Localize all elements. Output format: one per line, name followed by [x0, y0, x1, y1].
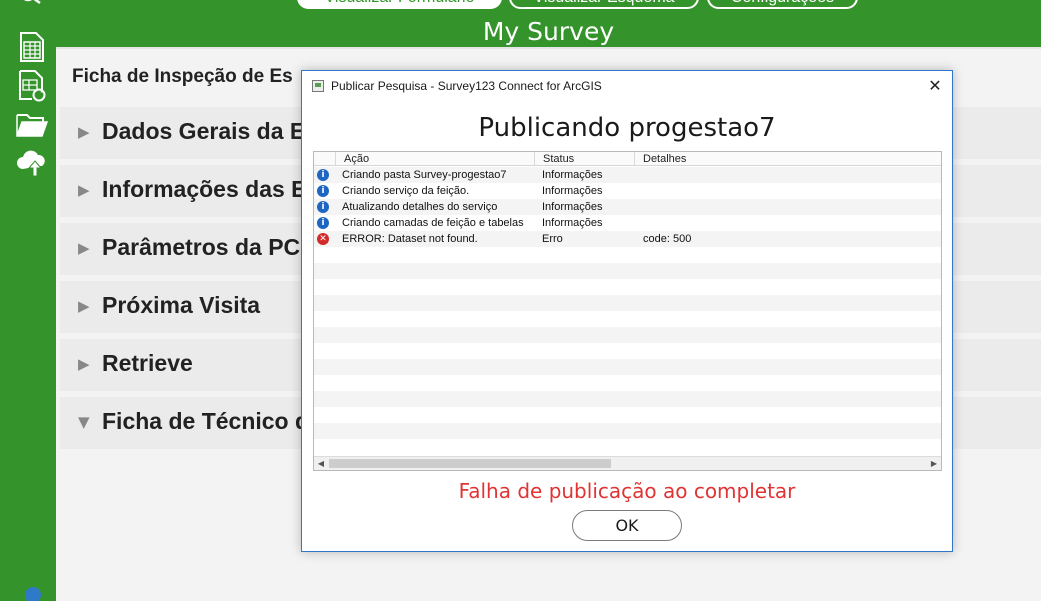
empty-row — [314, 359, 941, 375]
empty-row — [314, 295, 941, 311]
row-action: Criando camadas de feição e tabelas — [342, 217, 524, 229]
empty-row — [314, 263, 941, 279]
search-back-icon[interactable] — [18, 0, 44, 8]
empty-row — [314, 343, 941, 359]
tab-visualizar-esquema[interactable]: Visualizar Esquema — [509, 0, 699, 9]
form-title: Ficha de Inspeção de Es — [72, 66, 293, 87]
empty-row — [314, 375, 941, 391]
column-header-icon[interactable] — [314, 152, 336, 166]
header-divider — [56, 47, 1041, 49]
dialog-title: Publicar Pesquisa - Survey123 Connect fo… — [331, 79, 602, 93]
row-action: ERROR: Dataset not found. — [342, 233, 478, 245]
expand-arrow-icon: ▶ — [78, 123, 90, 141]
table-row[interactable]: ✕ ERROR: Dataset not found. Erro code: 5… — [314, 231, 941, 247]
scroll-left-icon[interactable]: ◀ — [314, 457, 328, 470]
cloud-upload-icon[interactable] — [15, 146, 49, 180]
publish-log-table: Ação Status Detalhes i Criando pasta Sur… — [313, 151, 942, 471]
scroll-right-icon[interactable]: ▶ — [927, 457, 941, 470]
publish-dialog: Publicar Pesquisa - Survey123 Connect fo… — [301, 70, 953, 552]
spreadsheet-icon[interactable] — [15, 30, 49, 64]
column-header-details[interactable]: Detalhes — [635, 152, 941, 166]
row-status: Informações — [542, 169, 603, 181]
empty-row — [314, 391, 941, 407]
section-label: Próxima Visita — [102, 292, 261, 318]
window-app-icon — [312, 80, 324, 92]
row-status: Informações — [542, 201, 603, 213]
expand-arrow-icon: ▶ — [78, 239, 90, 257]
section-label: Parâmetros da PC — [102, 234, 301, 260]
scrollbar-thumb[interactable] — [329, 459, 611, 468]
horizontal-scrollbar[interactable]: ◀ ▶ — [314, 456, 941, 470]
header-bar: Visualizar Formulário Visualizar Esquema… — [56, 0, 1041, 47]
close-icon[interactable]: ✕ — [924, 75, 946, 97]
info-icon: i — [317, 201, 329, 213]
empty-row — [314, 279, 941, 295]
tab-configuracoes[interactable]: Configurações — [707, 0, 858, 9]
empty-row — [314, 311, 941, 327]
row-status: Informações — [542, 217, 603, 229]
section-label: Ficha de Técnico d — [102, 408, 310, 434]
table-row[interactable]: i Criando camadas de feição e tabelas In… — [314, 215, 941, 231]
failure-message: Falha de publicação ao completar — [458, 479, 796, 503]
info-icon: i — [317, 169, 329, 181]
error-icon: ✕ — [317, 233, 329, 245]
row-details: code: 500 — [643, 233, 692, 245]
row-status: Erro — [542, 233, 563, 245]
ok-button[interactable]: OK — [572, 510, 682, 541]
empty-row — [314, 439, 941, 455]
collapse-arrow-icon: ▼ — [78, 413, 90, 431]
page-title: My Survey — [482, 17, 615, 46]
empty-row — [314, 423, 941, 439]
empty-row — [314, 327, 941, 343]
table-row[interactable]: i Atualizando detalhes do serviço Inform… — [314, 199, 941, 215]
sync-spreadsheet-icon[interactable] — [15, 69, 49, 103]
table-body: i Criando pasta Survey-progestao7 Inform… — [314, 167, 941, 457]
section-label: Informações das E — [102, 176, 307, 202]
expand-arrow-icon: ▶ — [78, 181, 90, 199]
table-row[interactable]: i Criando serviço da feição. Informações — [314, 183, 941, 199]
row-action: Criando serviço da feição. — [342, 185, 470, 197]
row-status: Informações — [542, 185, 603, 197]
row-action: Atualizando detalhes do serviço — [342, 201, 498, 213]
tab-visualizar-formulario[interactable]: Visualizar Formulário — [297, 0, 502, 9]
expand-arrow-icon: ▶ — [78, 355, 90, 373]
empty-row — [314, 407, 941, 423]
sidebar — [0, 0, 56, 601]
row-action: Criando pasta Survey-progestao7 — [342, 169, 507, 181]
dialog-titlebar[interactable]: Publicar Pesquisa - Survey123 Connect fo… — [302, 71, 952, 101]
column-header-action[interactable]: Ação — [336, 152, 535, 166]
info-icon: i — [317, 185, 329, 197]
status-dot — [25, 587, 41, 601]
column-header-status[interactable]: Status — [535, 152, 635, 166]
section-label: Dados Gerais da E — [102, 118, 306, 144]
section-label: Retrieve — [102, 350, 193, 376]
expand-arrow-icon: ▶ — [78, 297, 90, 315]
table-row[interactable]: i Criando pasta Survey-progestao7 Inform… — [314, 167, 941, 183]
empty-row — [314, 247, 941, 263]
folder-icon[interactable] — [15, 108, 49, 142]
info-icon: i — [317, 217, 329, 229]
dialog-heading: Publicando progestao7 — [478, 113, 776, 143]
table-header: Ação Status Detalhes — [314, 152, 941, 166]
